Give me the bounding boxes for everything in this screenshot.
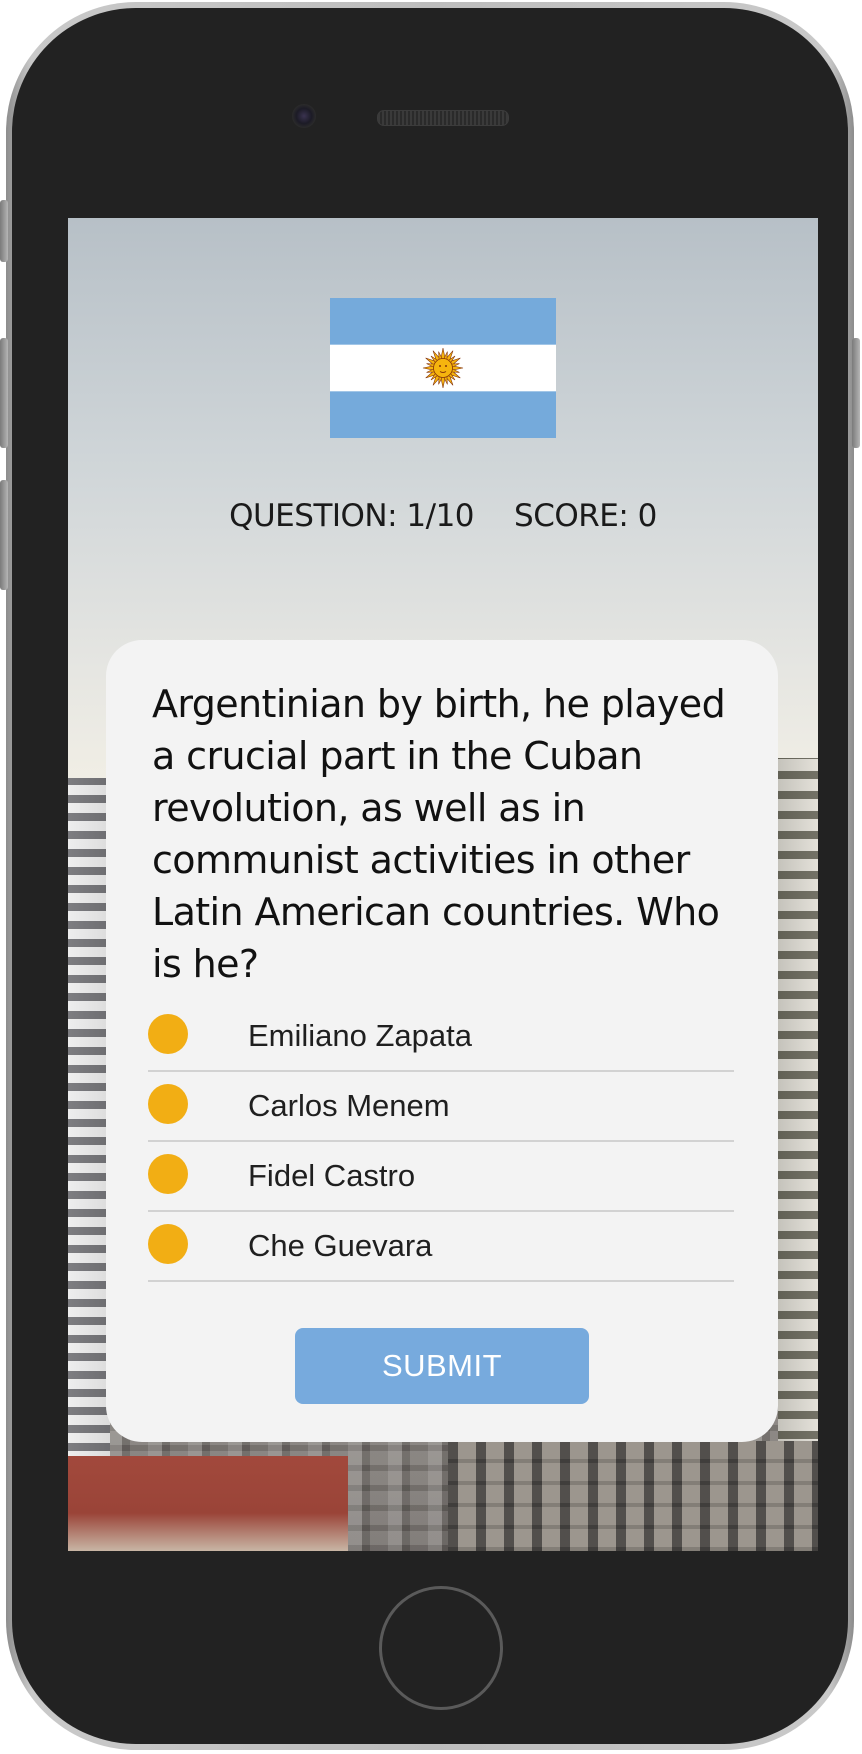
answer-label: Emiliano Zapata [248, 1018, 473, 1053]
answer-label: Carlos Menem [248, 1088, 450, 1123]
phone-bezel: QUESTION: 1/10 SCORE: 0 Argentinian by bi… [12, 8, 848, 1744]
phone-frame: QUESTION: 1/10 SCORE: 0 Argentinian by bi… [0, 2, 860, 1750]
answer-option[interactable]: Che Guevara [148, 1212, 734, 1282]
answer-label: Che Guevara [248, 1228, 433, 1263]
quiz-status: QUESTION: 1/10 SCORE: 0 [68, 498, 818, 534]
submit-button[interactable]: SUBMIT [295, 1328, 589, 1404]
question-counter: QUESTION: 1/10 [229, 498, 475, 534]
home-button[interactable] [379, 1586, 503, 1710]
answer-options: Emiliano Zapata Carlos Menem Fidel Castr… [148, 1002, 734, 1282]
score-counter: SCORE: 0 [514, 498, 657, 534]
quiz-screen: QUESTION: 1/10 SCORE: 0 Argentinian by bi… [68, 218, 818, 1551]
answer-label: Fidel Castro [248, 1158, 416, 1193]
radio-button[interactable] [148, 1014, 188, 1054]
background-buildings-left [68, 778, 110, 1551]
radio-button[interactable] [148, 1154, 188, 1194]
question-text: Argentinian by birth, he played a crucia… [152, 682, 726, 986]
background-building-bottom [448, 1441, 818, 1551]
mute-switch [0, 200, 8, 262]
power-button [852, 338, 860, 448]
background-roof [68, 1456, 348, 1551]
radio-button[interactable] [148, 1084, 188, 1124]
argentina-flag-icon [330, 298, 556, 438]
volume-down-button [0, 480, 8, 590]
front-camera [292, 104, 316, 128]
answer-option[interactable]: Emiliano Zapata [148, 1002, 734, 1072]
background-buildings-right [778, 758, 818, 1551]
earpiece-speaker [377, 110, 509, 126]
answer-option[interactable]: Carlos Menem [148, 1072, 734, 1142]
radio-button[interactable] [148, 1224, 188, 1264]
volume-up-button [0, 338, 8, 448]
answer-option[interactable]: Fidel Castro [148, 1142, 734, 1212]
question-card: Argentinian by birth, he played a crucia… [106, 640, 778, 1442]
